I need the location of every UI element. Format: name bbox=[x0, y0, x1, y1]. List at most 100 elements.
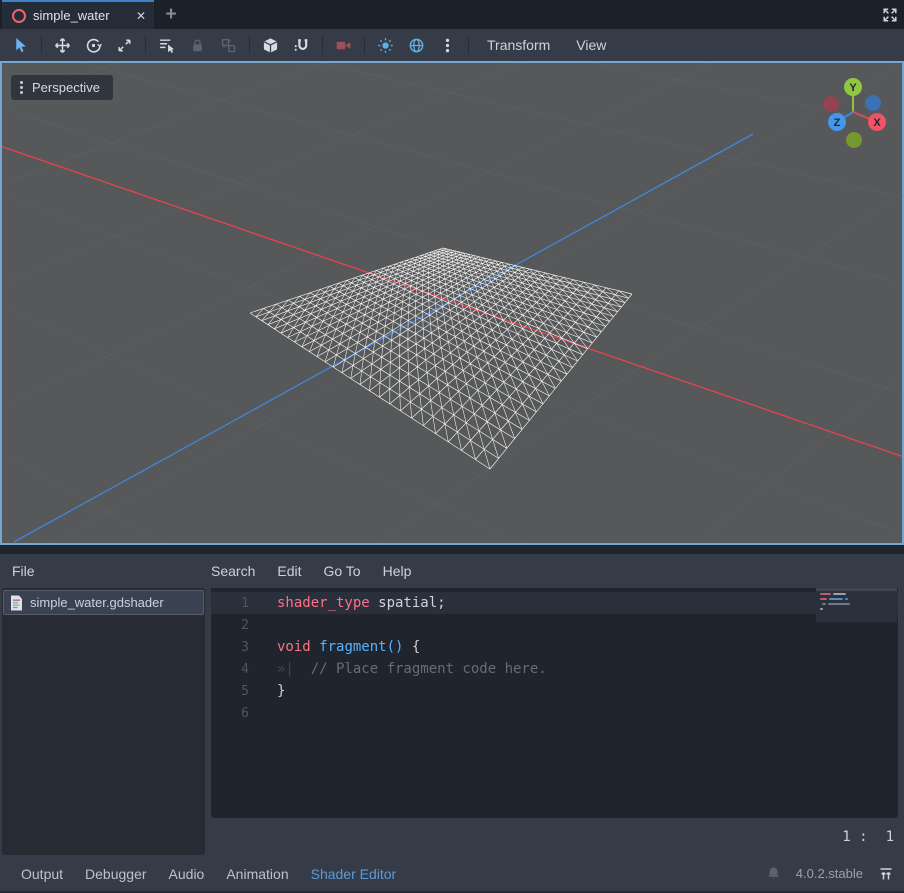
toolbar-separator bbox=[249, 36, 250, 54]
shader-file-name: simple_water.gdshader bbox=[30, 595, 164, 610]
line-number: 3 bbox=[211, 640, 249, 655]
shader-file-icon bbox=[10, 595, 23, 611]
panel-position-icon[interactable] bbox=[878, 866, 894, 882]
menu-search[interactable]: Search bbox=[211, 563, 266, 579]
minimap-code-mark bbox=[822, 603, 826, 605]
projection-label: Perspective bbox=[32, 80, 100, 95]
line-number: 2 bbox=[211, 618, 249, 633]
shader-file-list: simple_water.gdshader bbox=[2, 588, 205, 855]
code-editor[interactable]: 1shader_type spatial; 2 3void fragment() {… bbox=[211, 588, 898, 818]
bottom-tab-shader-editor[interactable]: Shader Editor bbox=[300, 866, 408, 882]
code-text: void fragment() { bbox=[249, 639, 420, 655]
toolbar: TransformView bbox=[0, 29, 904, 61]
menu-go-to[interactable]: Go To bbox=[312, 563, 371, 579]
sun-button[interactable] bbox=[370, 31, 401, 59]
lock-icon bbox=[189, 37, 206, 54]
minimap-code-mark bbox=[820, 608, 823, 610]
code-line[interactable]: 3void fragment() { bbox=[211, 636, 898, 658]
code-minimap[interactable] bbox=[816, 588, 897, 622]
code-text: } bbox=[249, 683, 285, 699]
new-tab-button[interactable]: + bbox=[154, 0, 188, 29]
toolbar-separator bbox=[322, 36, 323, 54]
group-button[interactable] bbox=[213, 31, 244, 59]
snap-button[interactable] bbox=[286, 31, 317, 59]
fullscreen-toggle-button[interactable] bbox=[881, 6, 899, 24]
gizmo-y-label: Y bbox=[849, 82, 857, 94]
line-number: 4 bbox=[211, 662, 249, 677]
move-tool-icon bbox=[54, 37, 71, 54]
code-text: »| // Place fragment code here. bbox=[249, 661, 547, 677]
minimap-code-mark bbox=[833, 593, 846, 595]
kebab-menu-icon bbox=[20, 81, 23, 94]
notification-bell-icon bbox=[766, 866, 781, 881]
viewport-3d[interactable]: Perspective Y X Z bbox=[0, 61, 904, 545]
bottom-tab-output[interactable]: Output bbox=[10, 866, 74, 882]
shader-file-item[interactable]: simple_water.gdshader bbox=[3, 590, 204, 615]
gizmo-axis-z-negative[interactable] bbox=[865, 95, 881, 111]
gizmo-z-label: Z bbox=[834, 117, 841, 129]
rotate-tool-button[interactable] bbox=[78, 31, 109, 59]
gizmo-axis-y-negative[interactable] bbox=[846, 132, 862, 148]
camera-preview-icon bbox=[335, 37, 352, 54]
rotate-tool-icon bbox=[85, 37, 102, 54]
minimap-current-line bbox=[816, 588, 897, 591]
kebab-menu-icon bbox=[439, 37, 456, 54]
close-icon[interactable]: ✕ bbox=[136, 9, 146, 23]
toolbar-menu-view[interactable]: View bbox=[563, 29, 619, 61]
toolbar-separator bbox=[468, 36, 469, 54]
toolbar-separator bbox=[145, 36, 146, 54]
move-tool-button[interactable] bbox=[47, 31, 78, 59]
bottom-tab-animation[interactable]: Animation bbox=[215, 866, 299, 882]
kebab-menu-button[interactable] bbox=[432, 31, 463, 59]
perspective-menu-button[interactable]: Perspective bbox=[11, 75, 113, 100]
gizmo-axis-x-negative[interactable] bbox=[823, 96, 839, 112]
minimap-code-mark bbox=[820, 598, 827, 600]
camera-preview-button[interactable] bbox=[328, 31, 359, 59]
line-number: 5 bbox=[211, 684, 249, 699]
code-line[interactable]: 5} bbox=[211, 680, 898, 702]
select-tool-button[interactable] bbox=[5, 31, 36, 59]
scene-tab-title: simple_water bbox=[33, 8, 110, 23]
select-tool-icon bbox=[12, 37, 29, 54]
viewport-scene bbox=[2, 63, 902, 543]
minimap-code-mark bbox=[820, 593, 831, 595]
snap-icon bbox=[293, 37, 310, 54]
toolbar-menu-transform[interactable]: Transform bbox=[474, 29, 563, 61]
select-list-icon bbox=[158, 37, 175, 54]
local-space-button[interactable] bbox=[255, 31, 286, 59]
minimap-code-mark bbox=[828, 603, 850, 605]
group-icon bbox=[220, 37, 237, 54]
menu-edit[interactable]: Edit bbox=[266, 563, 312, 579]
scale-tool-icon bbox=[116, 37, 133, 54]
code-line[interactable]: 1shader_type spatial; bbox=[211, 592, 898, 614]
cursor-column: 1 bbox=[886, 829, 894, 845]
code-line[interactable]: 2 bbox=[211, 614, 898, 636]
menu-file[interactable]: File bbox=[12, 563, 46, 579]
orientation-gizmo[interactable]: Y X Z bbox=[793, 65, 893, 157]
bottom-panel-bar: OutputDebuggerAudioAnimationShader Edito… bbox=[0, 856, 904, 893]
minimap-code-mark bbox=[829, 598, 843, 600]
bottom-tab-audio[interactable]: Audio bbox=[158, 866, 216, 882]
cursor-position-status: 1 : 1 bbox=[211, 818, 904, 856]
line-number: 6 bbox=[211, 706, 249, 721]
scene-tab-bar: simple_water ✕ + bbox=[0, 0, 904, 29]
code-line[interactable]: 6 bbox=[211, 702, 898, 724]
code-line[interactable]: 4»| // Place fragment code here. bbox=[211, 658, 898, 680]
dock-gap bbox=[0, 545, 904, 554]
expand-arrows-icon bbox=[882, 7, 898, 23]
toolbar-separator bbox=[41, 36, 42, 54]
local-space-icon bbox=[262, 37, 279, 54]
menu-help[interactable]: Help bbox=[372, 563, 423, 579]
lock-button[interactable] bbox=[182, 31, 213, 59]
line-number: 1 bbox=[211, 596, 249, 611]
shader-editor-dock: File SearchEditGo ToHelp simple_water.gd… bbox=[0, 554, 904, 893]
bottom-tab-debugger[interactable]: Debugger bbox=[74, 866, 158, 882]
scene-tab[interactable]: simple_water ✕ bbox=[2, 0, 154, 29]
sun-icon bbox=[377, 37, 394, 54]
select-list-button[interactable] bbox=[151, 31, 182, 59]
environment-button[interactable] bbox=[401, 31, 432, 59]
scale-tool-button[interactable] bbox=[109, 31, 140, 59]
godot-editor-window: { "window": { "scene_tab": { "title": "s… bbox=[0, 0, 904, 893]
cursor-line: 1 : bbox=[842, 829, 867, 845]
scene-circle-icon bbox=[12, 9, 26, 23]
